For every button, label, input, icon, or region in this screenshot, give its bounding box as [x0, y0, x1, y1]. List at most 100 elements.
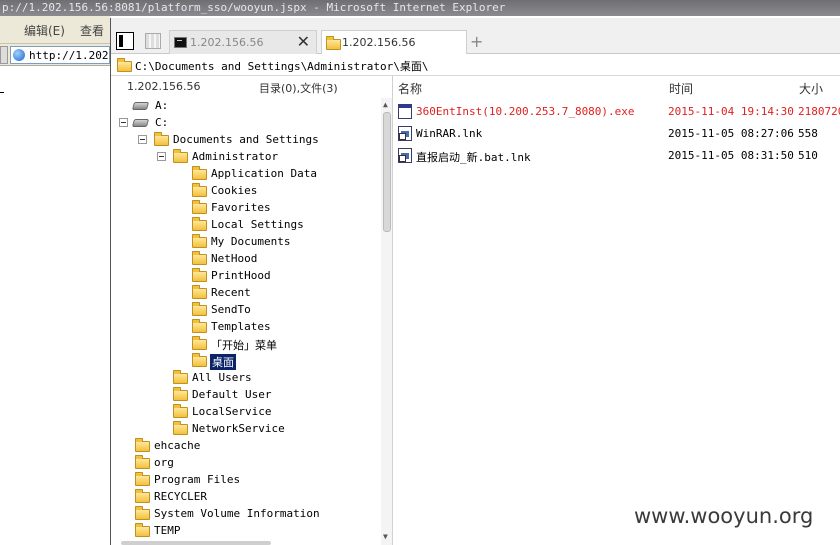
directory-tree-pane: 1.202.156.56 目录(0),文件(3) A: C: Documents a…: [111, 76, 393, 545]
tree-node-label: Templates: [211, 320, 271, 333]
tab-file-manager[interactable]: 1.202.156.56: [321, 30, 467, 54]
file-row[interactable]: 360EntInst(10.200.253.7_8080).exe 2015-11…: [394, 100, 840, 122]
column-size[interactable]: 大小: [799, 80, 823, 97]
tree-scrollbar[interactable]: ▲ ▼: [381, 98, 392, 545]
back-button[interactable]: [0, 46, 8, 64]
folder-icon: [192, 353, 207, 367]
folder-icon: [173, 370, 188, 384]
tree-node-label: All Users: [192, 371, 252, 384]
folder-icon: [135, 455, 150, 469]
tree-node-label: PrintHood: [211, 269, 271, 282]
folder-icon: [135, 523, 150, 537]
collapse-icon[interactable]: [119, 118, 128, 127]
folder-icon: [135, 438, 150, 452]
tree-node-label: A:: [155, 99, 169, 112]
tree-node-label: NetworkService: [192, 422, 285, 435]
file-row[interactable]: WinRAR.lnk 2015-11-05 08:27:06 558: [394, 122, 840, 144]
column-name[interactable]: 名称: [398, 80, 422, 97]
folder-icon: [192, 200, 207, 214]
file-list-header: 名称 时间 大小: [394, 76, 840, 98]
folder-icon: [192, 268, 207, 282]
tree-node-label: Default User: [192, 388, 272, 401]
tree-node-label: System Volume Information: [154, 507, 320, 520]
item-count: 目录(0),文件(3): [259, 82, 338, 95]
tree-node-label: My Documents: [211, 235, 291, 248]
address-input[interactable]: http://1.202.: [10, 46, 115, 64]
tree-node-label: SendTo: [211, 303, 251, 316]
host-address: 1.202.156.56: [127, 80, 201, 93]
file-time: 2015-11-05 08:27:06: [668, 127, 794, 140]
ie-title-bar: p://1.202.156.56:8081/platform_sso/wooyu…: [0, 0, 840, 16]
file-time: 2015-11-04 19:14:30: [668, 105, 794, 118]
scroll-down-icon[interactable]: ▼: [383, 532, 388, 541]
column-time[interactable]: 时间: [669, 80, 693, 97]
tree-node-label: Application Data: [211, 167, 317, 180]
file-row[interactable]: 直报启动_新.bat.lnk 2015-11-05 08:31:50 510: [394, 144, 840, 166]
folder-icon: [173, 404, 188, 418]
tree-node-label: Documents and Settings: [173, 133, 319, 146]
folder-icon: [154, 132, 169, 146]
ie-page-area: [0, 66, 110, 545]
folder-icon: [135, 472, 150, 486]
file-size: 510: [798, 149, 818, 162]
folder-icon: [135, 506, 150, 520]
tree-node-label: ehcache: [154, 439, 201, 452]
path-bar[interactable]: C:\Documents and Settings\Administrator\…: [111, 54, 840, 76]
horizontal-scrollbar[interactable]: [121, 541, 271, 545]
grid-view-icon[interactable]: [145, 33, 161, 49]
file-size: 558: [798, 127, 818, 140]
tab-terminal[interactable]: 1.202.156.56 ✕: [169, 30, 317, 54]
folder-icon: [192, 166, 207, 180]
drive-icon: [131, 119, 150, 127]
folder-icon: [192, 319, 207, 333]
close-tab-icon[interactable]: ✕: [297, 32, 310, 51]
folder-icon: [192, 217, 207, 231]
tree-node-label: Favorites: [211, 201, 271, 214]
file-size: 2180720: [798, 105, 840, 118]
new-tab-button[interactable]: +: [470, 32, 483, 51]
tree-node-label: 桌面: [210, 354, 236, 370]
ie-menu-bar: 编辑(E) 查看: [0, 16, 110, 44]
tree-node-label: Cookies: [211, 184, 258, 197]
tree-node-label: 「开始」菜单: [211, 339, 277, 352]
tree-node-label: org: [154, 456, 174, 469]
tree-node-label: Program Files: [154, 473, 241, 486]
folder-icon: [192, 251, 207, 265]
folder-icon: [117, 58, 132, 72]
file-list-pane: 名称 时间 大小 360EntInst(10.200.253.7_8080).e…: [394, 76, 840, 545]
scroll-thumb[interactable]: [383, 112, 391, 232]
collapse-icon[interactable]: [138, 135, 147, 144]
tree-node-label: NetHood: [211, 252, 258, 265]
watermark: www.wooyun.org: [634, 504, 814, 528]
tree-node-label: Recent: [211, 286, 251, 299]
tree-node-label: TEMP: [154, 524, 181, 537]
panel-toggle-icon[interactable]: [116, 32, 134, 50]
folder-icon: [173, 387, 188, 401]
drive-icon: [131, 102, 150, 110]
file-manager-window: 1.202.156.56 ✕ 1.202.156.56 + C:\Documen…: [110, 18, 840, 545]
path-text: C:\Documents and Settings\Administrator\…: [135, 60, 429, 73]
ie-address-bar: http://1.202.: [0, 44, 115, 66]
collapse-icon[interactable]: [157, 152, 166, 161]
menu-edit[interactable]: 编辑(E): [24, 22, 65, 39]
tree-node-label: C:: [155, 116, 169, 129]
menu-view[interactable]: 查看: [80, 22, 104, 39]
scroll-up-icon[interactable]: ▲: [383, 100, 388, 109]
tree-node-label: RECYCLER: [154, 490, 207, 503]
folder-icon: [135, 489, 150, 503]
ie-page-icon: [13, 49, 25, 61]
tree-node-label: Local Settings: [211, 218, 304, 231]
file-name: WinRAR.lnk: [416, 127, 483, 140]
folder-icon: [192, 183, 207, 197]
exe-file-icon: [398, 104, 412, 119]
tab-label: 1.202.156.56: [342, 36, 416, 49]
file-name: 直报启动_新.bat.lnk: [416, 151, 531, 164]
tab-bar: 1.202.156.56 ✕ 1.202.156.56 +: [111, 18, 840, 54]
folder-icon: [326, 36, 341, 50]
file-time: 2015-11-05 08:31:50: [668, 149, 794, 162]
tree-node-label: LocalService: [192, 405, 272, 418]
folder-icon: [173, 149, 188, 163]
tree-node-label: Administrator: [192, 150, 279, 163]
tab-label: 1.202.156.56: [190, 36, 264, 49]
terminal-icon: [174, 37, 187, 48]
